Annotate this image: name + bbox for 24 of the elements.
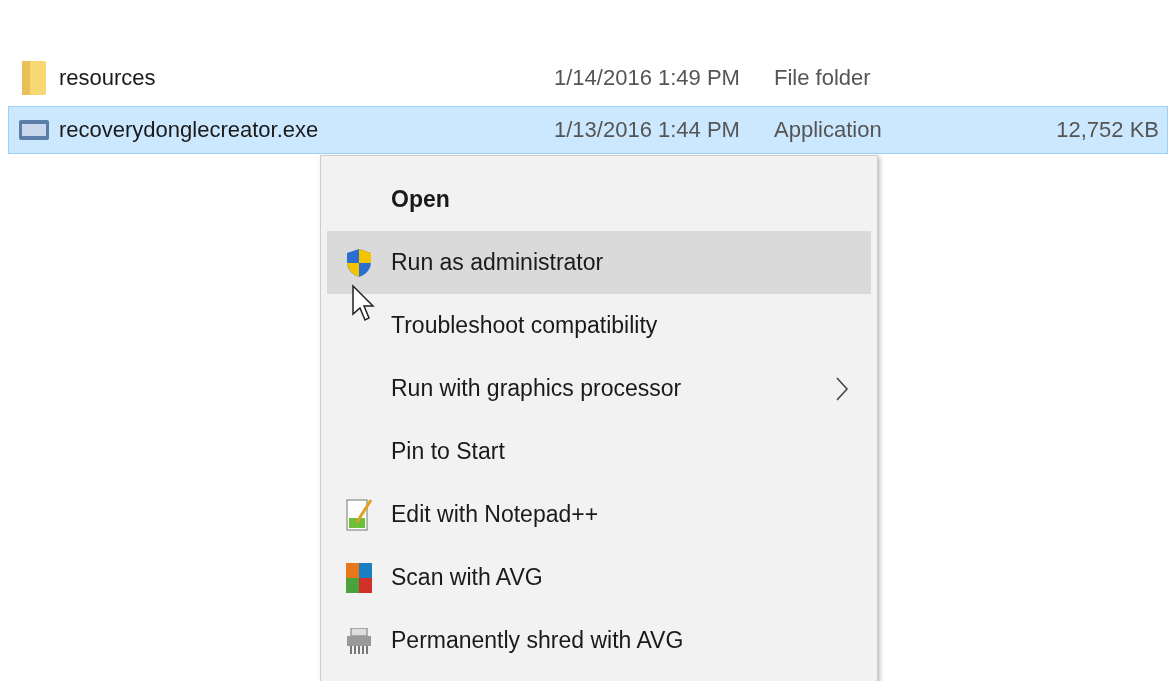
menu-item[interactable]: Troubleshoot compatibility	[327, 294, 871, 357]
mouse-pointer-icon	[351, 284, 375, 322]
file-type: File folder	[774, 65, 872, 91]
menu-item[interactable]: Edit with Notepad++	[327, 483, 871, 546]
menu-item[interactable]: Permanently shred with AVG	[327, 609, 871, 672]
file-size: 12,752 KB	[1056, 117, 1159, 142]
file-type: Application	[774, 117, 883, 143]
menu-item[interactable]: Run with graphics processor	[327, 357, 871, 420]
menu-item[interactable]: Pin to Start	[327, 420, 871, 483]
application-icon	[18, 118, 50, 142]
file-row[interactable]: resources 1/14/2016 1:49 PM File folder	[8, 54, 1168, 102]
file-name: resources	[59, 65, 157, 91]
file-name: recoverydonglecreator.exe	[59, 117, 320, 143]
shredder-icon	[346, 627, 372, 654]
file-row[interactable]: recoverydonglecreator.exe 1/13/2016 1:44 PM Application 12,752 KB	[8, 106, 1168, 154]
file-date: 1/13/2016 1:44 PM	[554, 117, 741, 143]
menu-item[interactable]: Open	[327, 168, 871, 231]
menu-item[interactable]: Scan with AVG	[327, 546, 871, 609]
shield-icon	[346, 247, 372, 278]
file-date: 1/14/2016 1:49 PM	[554, 65, 741, 91]
menu-item[interactable]: Run as administrator	[327, 231, 871, 294]
folder-icon	[21, 61, 47, 95]
avg-icon	[346, 562, 372, 593]
notepad-icon	[345, 497, 373, 532]
